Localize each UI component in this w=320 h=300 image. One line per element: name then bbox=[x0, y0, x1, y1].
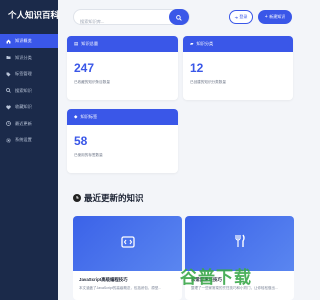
search-icon bbox=[6, 88, 11, 93]
knowledge-card-image bbox=[73, 216, 182, 271]
stat-card-title: 知识分类 bbox=[196, 41, 214, 46]
recent-section-title: 最近更新的知识 bbox=[73, 192, 144, 204]
add-knowledge-label: 新建知识 bbox=[269, 14, 286, 19]
sidebar-item-recent[interactable]: 最近更新 bbox=[0, 117, 58, 131]
stat-card-desc: 已使用的标签数量 bbox=[74, 153, 103, 157]
stat-card-desc: 已收藏的知识条目数量 bbox=[74, 80, 110, 84]
plus-icon: + bbox=[264, 14, 268, 20]
sidebar-item-label: 标签管理 bbox=[15, 71, 32, 76]
sidebar-item-search[interactable]: 搜索知识 bbox=[0, 84, 58, 98]
tag-icon: ◆ bbox=[74, 114, 78, 119]
stat-card-total[interactable]: ▤ 知识总量 247 已收藏的知识条目数量 bbox=[67, 36, 178, 100]
folder-icon: ▰ bbox=[190, 41, 194, 46]
sidebar-item-label: 知识分类 bbox=[15, 54, 32, 60]
knowledge-card[interactable]: JavaScript高级编程技巧 本文涵盖了JavaScript的高级概念，包括… bbox=[73, 216, 182, 300]
search-icon bbox=[176, 8, 182, 26]
tag-icon bbox=[6, 72, 11, 77]
stat-card-title: 知识标签 bbox=[80, 114, 98, 119]
stat-card-header: ▰ 知识分类 bbox=[183, 36, 293, 52]
book-icon: ▤ bbox=[74, 41, 79, 46]
home-icon bbox=[6, 39, 11, 44]
sidebar-item-favorites[interactable]: 收藏知识 bbox=[0, 100, 58, 114]
search-button[interactable] bbox=[169, 9, 189, 25]
stat-card-categories[interactable]: ▰ 知识分类 12 已创建的知识分类数量 bbox=[183, 36, 293, 100]
add-knowledge-button[interactable]: + 新建知识 bbox=[258, 10, 292, 24]
clock-icon bbox=[6, 121, 11, 126]
stat-card-desc: 已创建的知识分类数量 bbox=[190, 80, 226, 84]
sidebar-item-categories[interactable]: 知识分类 bbox=[0, 51, 58, 65]
stat-card-header: ◆ 知识标签 bbox=[67, 109, 178, 125]
sidebar-item-label: 搜索知识 bbox=[15, 87, 32, 93]
stat-card-value: 58 bbox=[74, 134, 88, 148]
stat-card-title: 知识总量 bbox=[81, 41, 99, 46]
sidebar-item-label: 知识概览 bbox=[15, 38, 32, 43]
watermark: 谷普下载 bbox=[180, 268, 252, 287]
sidebar-nav: 知识概览 知识分类 标签管理 搜索知识 收藏知识 最近更新 系统设置 bbox=[0, 34, 58, 147]
gear-icon bbox=[6, 137, 11, 143]
knowledge-card-desc: 本文涵盖了JavaScript的高级概念，包括闭包、原型... bbox=[79, 286, 162, 290]
stat-card-header: ▤ 知识总量 bbox=[67, 36, 178, 52]
sidebar-item-overview[interactable]: 知识概览 bbox=[0, 34, 58, 48]
app-root: 个人知识百科 知识概览 知识分类 标签管理 搜索知识 收藏知识 最近更新 系统设… bbox=[0, 0, 300, 300]
sidebar-item-label: 收藏知识 bbox=[15, 104, 32, 109]
sidebar-item-settings[interactable]: 系统设置 bbox=[0, 133, 58, 147]
utensils-icon bbox=[234, 234, 246, 253]
search-input[interactable] bbox=[74, 14, 174, 29]
section-title-text: 最近更新的知识 bbox=[84, 193, 144, 203]
sidebar-item-label: 系统设置 bbox=[15, 137, 32, 142]
login-label: 登录 bbox=[239, 14, 248, 19]
clock-icon bbox=[73, 194, 81, 202]
brand[interactable]: 个人知识百科 bbox=[0, 0, 60, 30]
search-bar bbox=[73, 9, 190, 29]
heart-icon bbox=[6, 105, 11, 110]
brand-title: 个人知识百科 bbox=[8, 10, 60, 20]
login-button[interactable]: ➔ 登录 bbox=[229, 10, 253, 24]
stat-card-value: 12 bbox=[190, 61, 204, 75]
sidebar-item-label: 最近更新 bbox=[15, 120, 32, 126]
folder-icon bbox=[6, 55, 11, 60]
code-icon bbox=[120, 235, 135, 253]
sidebar-item-tags[interactable]: 标签管理 bbox=[0, 67, 58, 81]
login-icon: ➔ bbox=[234, 14, 238, 20]
sidebar: 个人知识百科 知识概览 知识分类 标签管理 搜索知识 收藏知识 最近更新 系统设… bbox=[0, 0, 60, 300]
knowledge-card-title: JavaScript高级编程技巧 bbox=[79, 277, 128, 282]
stat-card-tags[interactable]: ◆ 知识标签 58 已使用的标签数量 bbox=[67, 109, 178, 173]
stat-card-value: 247 bbox=[74, 61, 95, 75]
